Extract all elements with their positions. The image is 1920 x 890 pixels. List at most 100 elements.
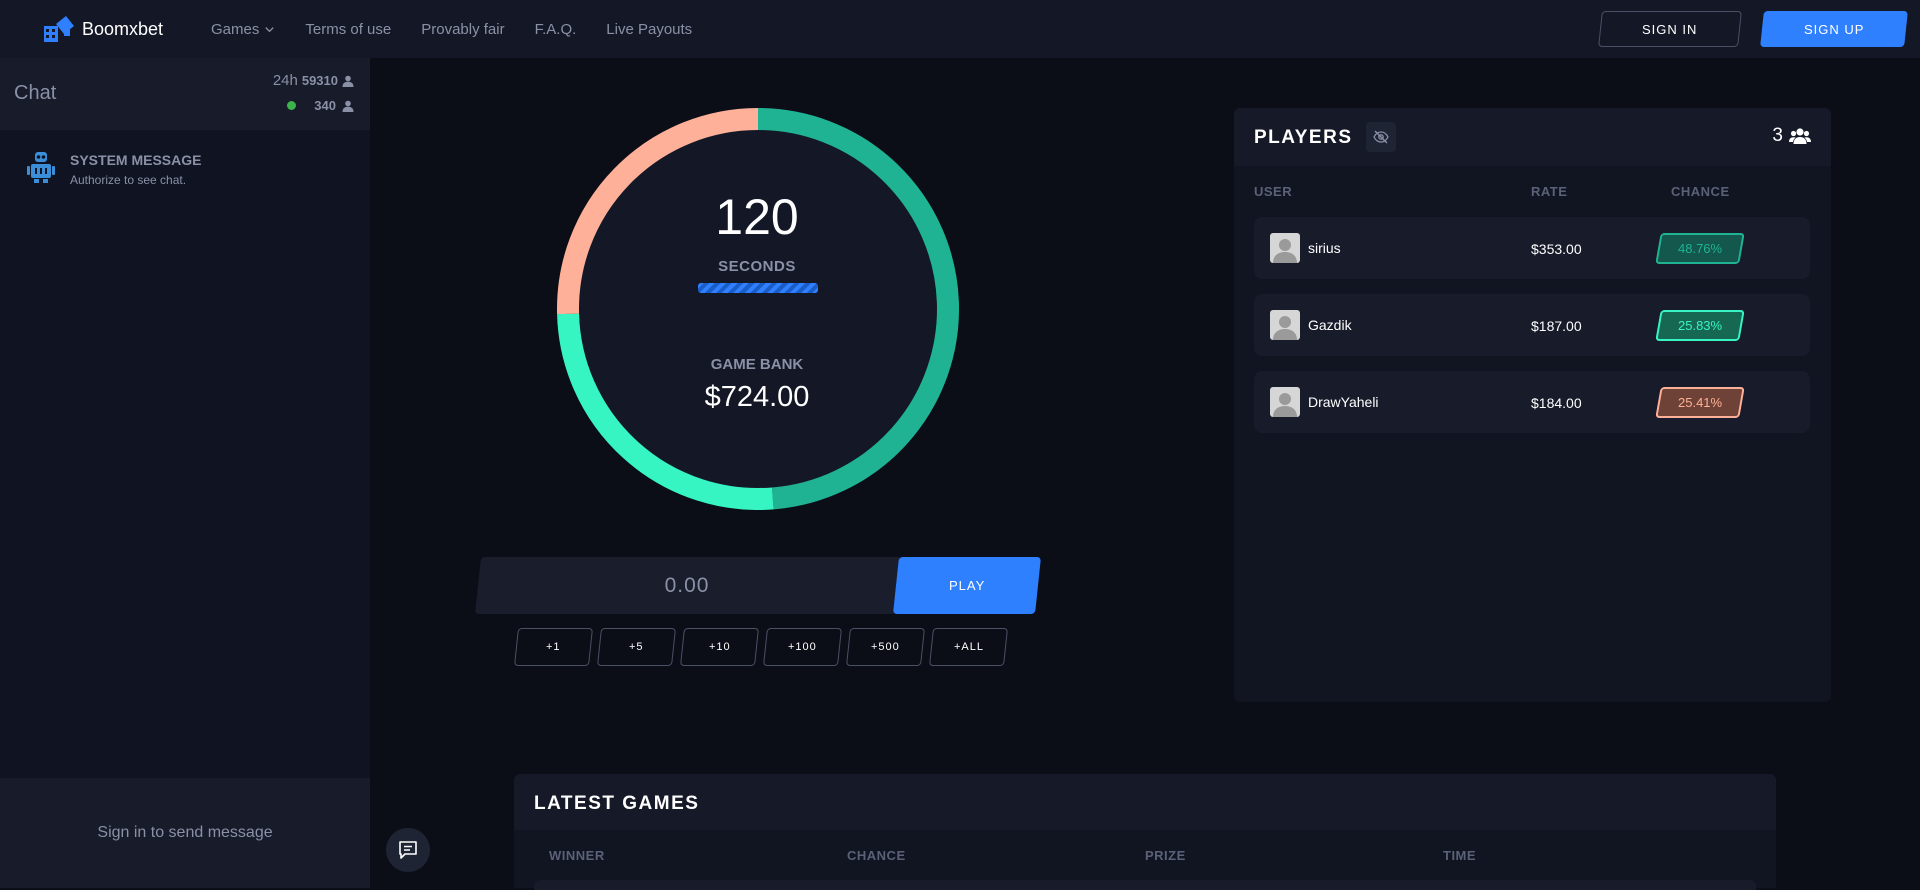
nav-games[interactable]: Games bbox=[211, 21, 275, 38]
players-panel: PLAYERS 3 USER RATE CHANCE sirius $353.0… bbox=[1234, 108, 1831, 702]
latest-game-row[interactable] bbox=[534, 880, 1756, 890]
col-chance: CHANCE bbox=[847, 848, 906, 863]
nav-live-payouts[interactable]: Live Payouts bbox=[606, 21, 692, 38]
logo-icon bbox=[44, 16, 74, 42]
nav-live-payouts-label: Live Payouts bbox=[606, 20, 693, 38]
player-name: Gazdik bbox=[1308, 317, 1352, 333]
user-icon bbox=[342, 75, 354, 87]
col-prize: PRIZE bbox=[1145, 848, 1186, 863]
users-icon bbox=[1789, 128, 1811, 144]
quick-bet-plus-5[interactable]: +5 bbox=[597, 628, 676, 666]
brand-logo[interactable]: Boomxbet bbox=[42, 14, 163, 44]
game-bank-label: GAME BANK bbox=[710, 356, 804, 373]
stat-online: 340 bbox=[287, 98, 354, 113]
chat-sign-in-prompt[interactable]: Sign in to send message bbox=[0, 778, 370, 888]
col-rate: RATE bbox=[1531, 184, 1568, 199]
round-timer: 120 bbox=[715, 189, 799, 245]
default-avatar-icon bbox=[1273, 393, 1297, 417]
nav-provably-fair-label: Provably fair bbox=[421, 20, 505, 38]
player-chance-value: 25.41% bbox=[1677, 395, 1723, 410]
players-count: 3 bbox=[1772, 125, 1811, 147]
player-chance: 25.83% bbox=[1655, 310, 1745, 341]
sign-up-button[interactable]: SIGN UP bbox=[1760, 11, 1908, 47]
quick-bet-buttons: +1 +5 +10 +100 +500 +ALL bbox=[514, 628, 1008, 666]
nav-provably-fair[interactable]: Provably fair bbox=[421, 21, 504, 38]
quick-bet-plus-1[interactable]: +1 bbox=[514, 628, 593, 666]
chat-sidebar: Chat 24h 59310 340 SYSTEM MESSAGE Author… bbox=[0, 58, 370, 888]
hide-toggle-button[interactable] bbox=[1366, 122, 1396, 152]
players-count-value: 3 bbox=[1772, 125, 1783, 146]
robot-icon bbox=[27, 152, 55, 183]
avatar bbox=[1270, 233, 1300, 263]
player-chance: 48.76% bbox=[1655, 233, 1745, 264]
player-chance-value: 48.76% bbox=[1677, 241, 1723, 256]
chat-toggle-button[interactable] bbox=[386, 828, 430, 872]
players-title: PLAYERS bbox=[1254, 127, 1353, 148]
chat-header: Chat 24h 59310 340 bbox=[0, 58, 370, 130]
quick-bet-label: +10 bbox=[708, 641, 731, 653]
sign-in-button[interactable]: SIGN IN bbox=[1598, 11, 1742, 47]
player-row[interactable]: DrawYaheli $184.00 25.41% bbox=[1254, 371, 1810, 433]
avatar bbox=[1270, 310, 1300, 340]
eye-off-icon bbox=[1373, 130, 1389, 144]
main-nav: Games Terms of use Provably fair F.A.Q. … bbox=[211, 0, 692, 58]
play-label: PLAY bbox=[948, 578, 986, 593]
nav-terms-label: Terms of use bbox=[305, 20, 392, 38]
timer-unit: SECONDS bbox=[718, 258, 796, 275]
system-message: SYSTEM MESSAGE Authorize to see chat. bbox=[26, 150, 201, 187]
players-header: PLAYERS 3 bbox=[1234, 108, 1831, 166]
col-user: USER bbox=[1254, 184, 1293, 199]
stat-period: 24h bbox=[272, 72, 298, 89]
latest-games-header: LATEST GAMES bbox=[514, 774, 1776, 830]
quick-bet-label: +100 bbox=[788, 641, 817, 653]
stat-users-24h: 59310 bbox=[301, 73, 338, 88]
sign-up-label: SIGN UP bbox=[1803, 21, 1865, 37]
nav-faq[interactable]: F.A.Q. bbox=[535, 21, 577, 38]
latest-games-panel: LATEST GAMES WINNER CHANCE PRIZE TIME bbox=[514, 774, 1776, 890]
timer-progress-bar bbox=[698, 283, 818, 293]
default-avatar-icon bbox=[1273, 316, 1297, 340]
player-name: sirius bbox=[1308, 240, 1341, 256]
quick-bet-label: +ALL bbox=[953, 641, 984, 653]
sign-in-label: SIGN IN bbox=[1642, 21, 1698, 37]
player-rate: $353.00 bbox=[1531, 241, 1582, 257]
quick-bet-plus-100[interactable]: +100 bbox=[763, 628, 842, 666]
quick-bet-label: +1 bbox=[546, 641, 561, 653]
game-wheel bbox=[557, 108, 959, 510]
nav-terms[interactable]: Terms of use bbox=[305, 21, 391, 38]
chat-icon bbox=[399, 841, 417, 859]
avatar bbox=[1270, 387, 1300, 417]
player-chance-value: 25.83% bbox=[1677, 318, 1723, 333]
bet-amount-input[interactable]: 0.00 bbox=[478, 557, 896, 614]
user-icon bbox=[342, 100, 354, 112]
chat-title: Chat bbox=[14, 82, 57, 104]
stat-online-count: 340 bbox=[314, 98, 336, 113]
col-time: TIME bbox=[1443, 848, 1477, 863]
chat-sign-in-label: Sign in to send message bbox=[97, 824, 273, 841]
nav-games-label: Games bbox=[211, 20, 260, 38]
default-avatar-icon bbox=[1273, 239, 1297, 263]
stat-24h: 24h 59310 bbox=[273, 72, 354, 89]
chevron-down-icon bbox=[265, 26, 275, 32]
system-message-text: Authorize to see chat. bbox=[70, 173, 187, 187]
quick-bet-plus-10[interactable]: +10 bbox=[680, 628, 759, 666]
system-message-body: SYSTEM MESSAGE Authorize to see chat. bbox=[70, 150, 201, 187]
player-row[interactable]: Gazdik $187.00 25.83% bbox=[1254, 294, 1810, 356]
quick-bet-label: +5 bbox=[629, 641, 644, 653]
brand-name: Boomxbet bbox=[82, 18, 164, 39]
player-rate: $184.00 bbox=[1531, 395, 1582, 411]
quick-bet-plus-500[interactable]: +500 bbox=[846, 628, 925, 666]
play-button[interactable]: PLAY bbox=[893, 557, 1041, 614]
nav-faq-label: F.A.Q. bbox=[534, 20, 577, 38]
top-header: Boomxbet Games Terms of use Provably fai… bbox=[0, 0, 1920, 58]
online-dot-icon bbox=[287, 101, 297, 110]
latest-games-title: LATEST GAMES bbox=[534, 793, 700, 814]
player-name: DrawYaheli bbox=[1308, 394, 1379, 410]
col-winner: WINNER bbox=[549, 848, 605, 863]
col-chance: CHANCE bbox=[1671, 184, 1730, 199]
system-message-title: SYSTEM MESSAGE bbox=[70, 152, 202, 168]
player-row[interactable]: sirius $353.00 48.76% bbox=[1254, 217, 1810, 279]
quick-bet-all[interactable]: +ALL bbox=[929, 628, 1008, 666]
player-rate: $187.00 bbox=[1531, 318, 1582, 334]
quick-bet-label: +500 bbox=[871, 641, 900, 653]
